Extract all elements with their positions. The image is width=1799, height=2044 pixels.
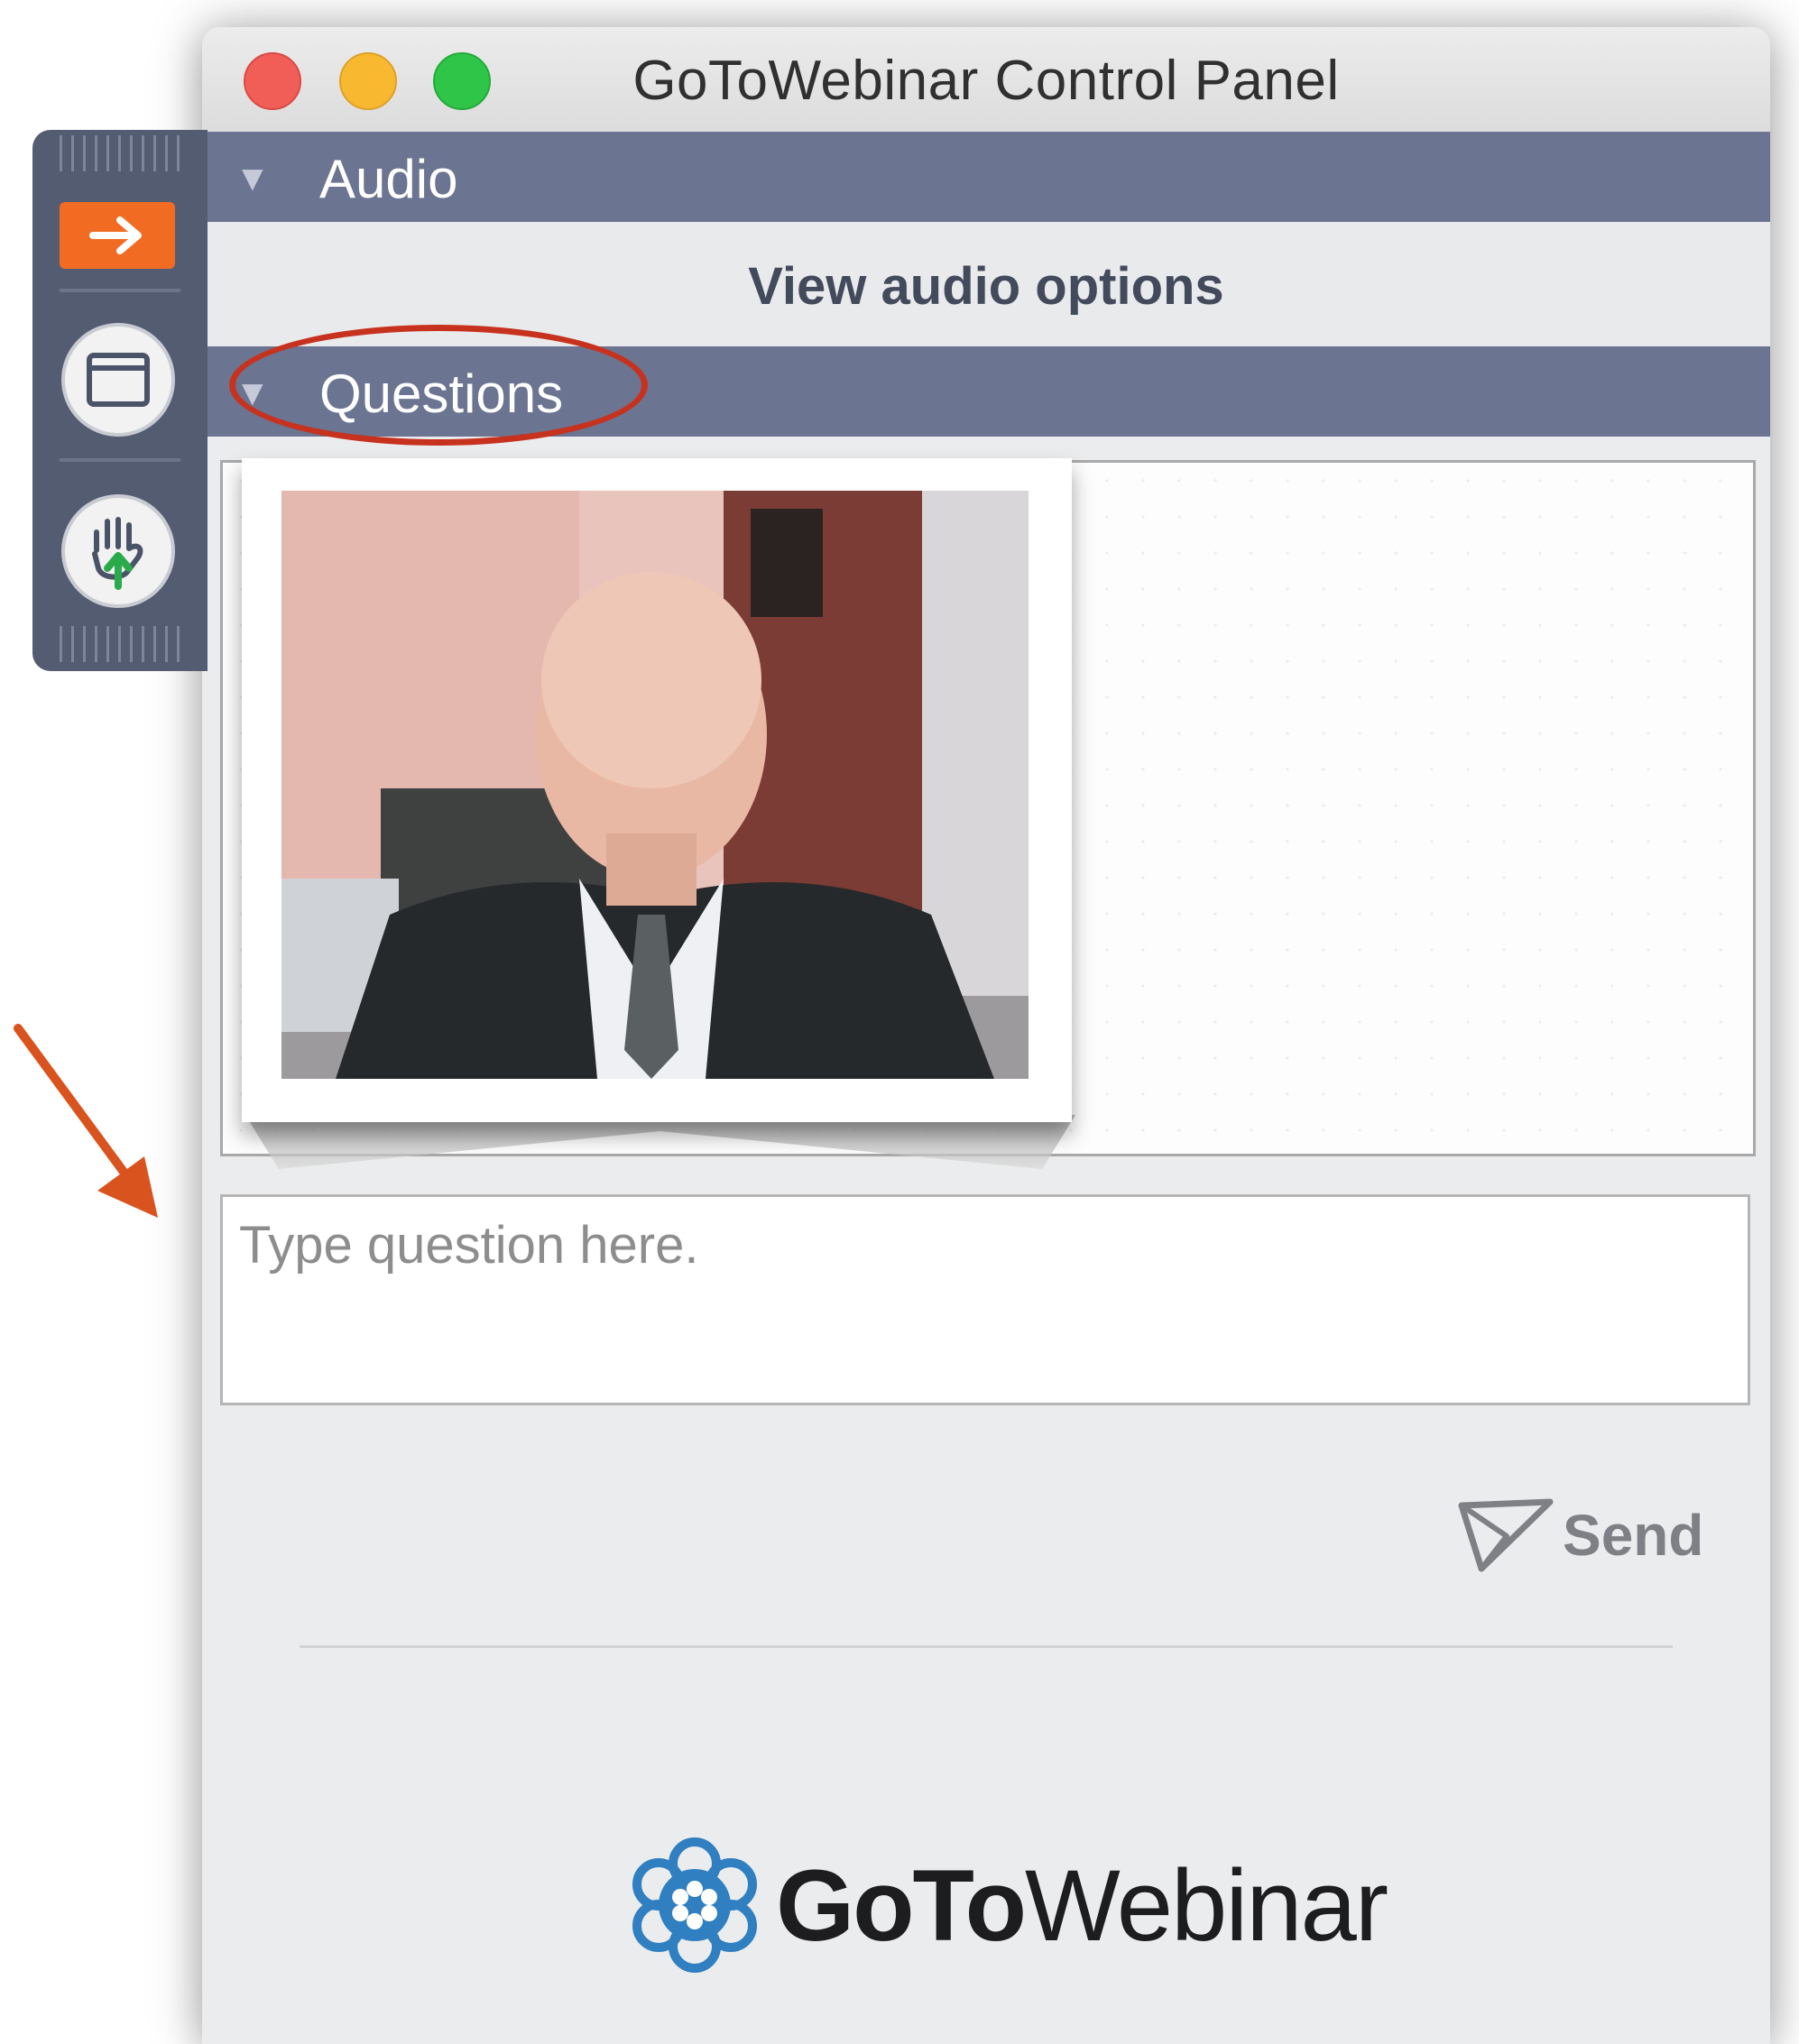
floating-toolbar <box>32 130 208 671</box>
gotowebinar-flower-logo-icon <box>632 1837 757 1973</box>
gotowebinar-wordmark: GoToWebinar <box>776 1848 1388 1962</box>
exit-arrow-icon <box>89 216 142 254</box>
show-hide-window-button[interactable] <box>61 323 175 437</box>
divider <box>300 1645 1673 1648</box>
toolbar-separator <box>60 289 180 292</box>
window-title: GoToWebinar Control Panel <box>632 50 1340 112</box>
gotowebinar-brand: GoToWebinar <box>626 1837 1388 1974</box>
send-button[interactable]: Send <box>1456 1490 1745 1580</box>
audio-section-header[interactable]: ▼ Audio <box>202 132 1770 222</box>
question-input[interactable] <box>220 1194 1750 1405</box>
toolbar-grip-handle[interactable] <box>60 135 180 171</box>
collapse-panel-button[interactable] <box>60 202 175 269</box>
presenter-photo <box>281 491 1029 1079</box>
raise-hand-button[interactable] <box>61 494 175 608</box>
questions-highlight-circle <box>229 325 648 446</box>
audio-section-label: Audio <box>319 149 458 209</box>
send-paper-plane-icon <box>1458 1498 1554 1572</box>
presenter-photo-card <box>242 458 1072 1122</box>
pointer-arrow-icon <box>14 1024 158 1218</box>
window-icon <box>87 353 150 407</box>
collapse-triangle-icon[interactable]: ▼ <box>235 159 271 199</box>
view-audio-options-label: View audio options <box>748 257 1224 316</box>
raise-hand-icon <box>92 517 143 590</box>
toolbar-separator <box>60 458 180 462</box>
title-bar[interactable]: GoToWebinar Control Panel <box>202 27 1770 134</box>
send-label: Send <box>1563 1503 1704 1568</box>
toolbar-grip-handle[interactable] <box>60 626 180 662</box>
